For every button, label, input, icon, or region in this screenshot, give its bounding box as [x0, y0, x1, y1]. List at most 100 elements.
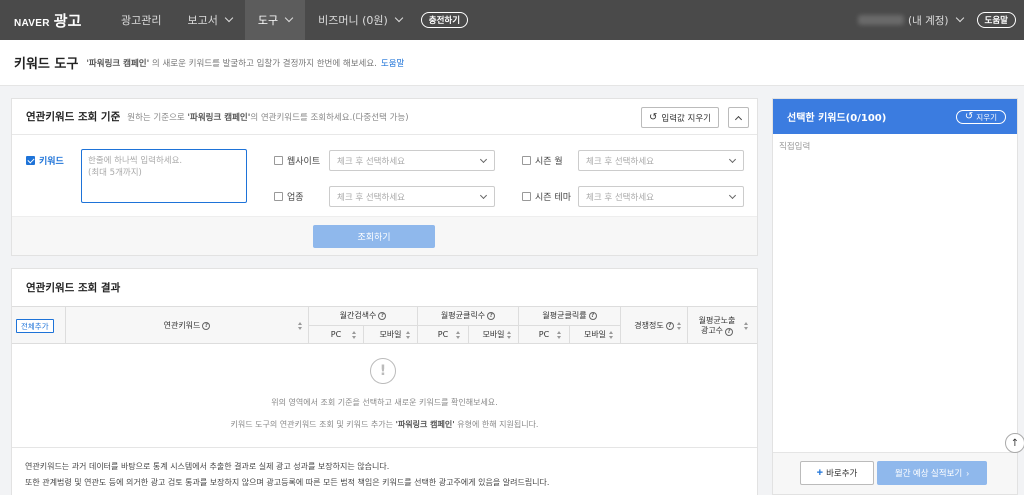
col-monthly-ctr: 월평균클릭률? [519, 307, 620, 325]
refresh-icon: ↺ [648, 111, 658, 123]
collapse-button[interactable] [728, 107, 749, 128]
nav-item-label: 비즈머니 (0원) [318, 14, 388, 27]
select-placeholder: 체크 후 선택하세요 [586, 156, 654, 167]
info-icon: ! [370, 358, 396, 384]
season-theme-checkbox[interactable]: 시즌 테마 [522, 190, 571, 203]
selected-title: 선택한 키워드(0/100) [787, 113, 887, 124]
keyword-label: 키워드 [39, 157, 64, 167]
search-area: 조회하기 [12, 216, 757, 255]
col-ad-count-text: 광고수 [700, 325, 724, 335]
results-panel: 연관키워드 조회 결과 전체추가 연관키워드? 월간검색수? 월평균클릭수? 월… [11, 268, 758, 495]
question-icon: ? [665, 321, 674, 330]
plus-icon: + [816, 467, 824, 479]
industry-checkbox[interactable]: 업종 [274, 190, 304, 203]
season-theme-label: 시즌 테마 [535, 193, 571, 203]
checkbox-icon [26, 156, 35, 165]
add-now-button[interactable]: + 바로추가 [800, 461, 874, 485]
direct-input-area[interactable]: 직접입력 [779, 140, 810, 152]
sort-icon[interactable] [352, 331, 356, 339]
refresh-icon: ↺ [964, 111, 974, 122]
industry-label: 업종 [287, 193, 304, 203]
checkbox-icon [274, 156, 283, 165]
col-keyword[interactable]: 연관키워드? [66, 307, 308, 344]
col-monthly-search-label: 월간검색수 [339, 311, 377, 320]
empty-msg-prefix: 키워드 도구의 연관키워드 조회 및 키워드 추가는 [230, 420, 396, 429]
sort-icon[interactable] [557, 331, 561, 339]
nav-item-label: 광고관리 [121, 14, 162, 27]
clear-selected-button[interactable]: ↺ 지우기 [955, 110, 1006, 124]
question-icon: ? [725, 327, 734, 336]
col-ad-count-label-2: 광고수? [700, 325, 734, 336]
charge-button[interactable]: 충전하기 [420, 12, 469, 28]
desc-campaign: '파워링크 캠페인' [86, 58, 150, 69]
pc-label: PC [538, 330, 550, 339]
page-description: '파워링크 캠페인' 의 새로운 키워드를 발굴하고 입찰가 결정까지 한번에 … [86, 57, 377, 69]
search-button[interactable]: 조회하기 [313, 225, 435, 248]
criteria-title: 연관키워드 조회 기준 [26, 111, 121, 123]
website-select[interactable]: 체크 후 선택하세요 [329, 150, 495, 171]
chevron-down-icon [728, 191, 737, 200]
season-theme-select[interactable]: 체크 후 선택하세요 [578, 186, 744, 207]
sort-icon[interactable] [507, 331, 511, 339]
naver-ad-logo[interactable]: NAVER 광고 [0, 10, 108, 31]
col-clicks-pc[interactable]: PC [418, 326, 468, 344]
criteria-description: 원하는 기준으로 '파워링크 캠페인'의 연관키워드를 조회하세요.(다중선택 … [127, 111, 408, 123]
sort-icon[interactable] [744, 322, 748, 330]
checkbox-icon [274, 192, 283, 201]
select-placeholder: 체크 후 선택하세요 [337, 192, 405, 203]
nav-item-tools[interactable]: 도구 [244, 0, 306, 40]
top-nav: NAVER 광고 광고관리 보고서 도구 비즈머니 (0원) 충전하기 (내 계… [0, 0, 1024, 40]
season-month-select[interactable]: 체크 후 선택하세요 [578, 150, 744, 171]
col-competition-label: 경쟁정도 [634, 320, 664, 330]
chevron-down-icon [479, 155, 488, 164]
notice-box: 연관키워드는 과거 데이터를 바탕으로 통계 시스템에서 추출한 결과로 실제 … [12, 447, 757, 495]
clear-input-button[interactable]: ↺ 입력값 지우기 [640, 107, 719, 128]
chevron-down-icon [955, 13, 964, 23]
question-icon: ? [487, 312, 496, 320]
nav-item-bizmoney[interactable]: 비즈머니 (0원) [305, 0, 415, 40]
website-label: 웹사이트 [287, 157, 321, 167]
nav-item-label: 도구 [257, 14, 279, 27]
empty-message-1: 위의 영역에서 조회 기준을 선택하고 새로운 키워드를 확인해보세요. [271, 398, 498, 407]
col-ad-count-label-1: 월평균노출 [698, 315, 736, 325]
keyword-input[interactable] [81, 149, 247, 203]
website-checkbox[interactable]: 웹사이트 [274, 154, 320, 167]
help-button[interactable]: 도움말 [976, 12, 1016, 28]
select-placeholder: 체크 후 선택하세요 [337, 156, 405, 167]
sort-icon[interactable] [298, 322, 302, 330]
monthly-estimate-button[interactable]: 월간 예상 실적보기 › [877, 461, 987, 485]
selected-keywords-panel: 선택한 키워드(0/100) ↺ 지우기 직접입력 + 바로추가 월간 예상 실… [772, 98, 1018, 495]
col-keyword-label: 연관키워드 [163, 320, 201, 330]
sort-icon[interactable] [456, 331, 460, 339]
industry-select[interactable]: 체크 후 선택하세요 [329, 186, 495, 207]
notice-line-1: 연관키워드는 과거 데이터를 바탕으로 통계 시스템에서 추출한 결과로 실제 … [25, 462, 390, 471]
col-ad-count[interactable]: 월평균노출 광고수? [688, 307, 746, 344]
selected-footer: + 바로추가 월간 예상 실적보기 › [773, 452, 1017, 494]
logo-naver-text: NAVER [14, 17, 50, 29]
sort-icon[interactable] [609, 331, 613, 339]
empty-message-2: 키워드 도구의 연관키워드 조회 및 키워드 추가는 '파워링크 캠페인' 유형… [12, 419, 757, 430]
nav-item-reports[interactable]: 보고서 [174, 0, 244, 40]
results-table-header: 전체추가 연관키워드? 월간검색수? 월평균클릭수? 월평균클릭률? PC 모바… [12, 306, 757, 344]
keyword-checkbox[interactable]: 키워드 [26, 154, 64, 167]
account-menu[interactable]: (내 계정) [908, 13, 949, 28]
scroll-top-button[interactable]: ↑ [1005, 433, 1024, 453]
help-link[interactable]: 도움말 [381, 57, 404, 69]
add-all-button[interactable]: 전체추가 [16, 319, 54, 333]
desc-suffix: 의 연관키워드를 조회하세요.(다중선택 가능) [250, 112, 409, 123]
season-month-checkbox[interactable]: 시즌 월 [522, 154, 563, 167]
checkbox-icon [522, 156, 531, 165]
sort-icon[interactable] [406, 331, 410, 339]
nav-item-ad-management[interactable]: 광고관리 [108, 0, 174, 40]
mobile-label: 모바일 [482, 330, 505, 339]
col-monthly-clicks-label: 월평균클릭수 [440, 311, 486, 320]
sort-icon[interactable] [677, 322, 681, 330]
notice-line-2: 또한 관계법령 및 연관도 등에 의거한 광고 검토 통과를 보장하지 않으며 … [25, 478, 550, 487]
col-ctr-pc[interactable]: PC [519, 326, 569, 344]
select-placeholder: 체크 후 선택하세요 [586, 192, 654, 203]
col-monthly-clicks: 월평균클릭수? [418, 307, 518, 325]
mobile-label: 모바일 [379, 330, 402, 339]
clear-selected-label: 지우기 [976, 112, 997, 122]
question-icon: ? [588, 312, 597, 320]
checkbox-icon [522, 192, 531, 201]
